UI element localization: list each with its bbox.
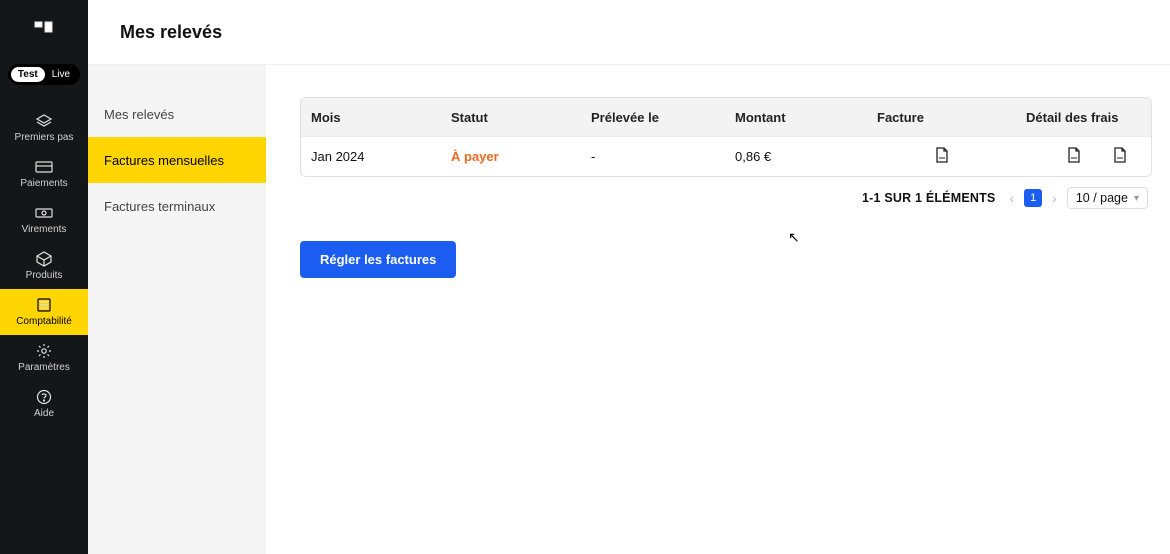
pagination-page-1[interactable]: 1 xyxy=(1024,189,1042,207)
mode-toggle[interactable]: Test Live xyxy=(8,64,80,85)
nav-item-products[interactable]: Produits xyxy=(0,243,88,289)
invoices-table: Mois Statut Prélevée le Montant Facture … xyxy=(300,97,1152,177)
mode-live[interactable]: Live xyxy=(45,67,77,82)
page-header: Mes relevés xyxy=(88,0,1170,65)
col-status: Statut xyxy=(441,110,581,125)
card-icon xyxy=(34,159,54,175)
download-csv-icon[interactable] xyxy=(1065,146,1083,167)
box-icon xyxy=(34,251,54,267)
sidebar-item-terminal-invoices[interactable]: Factures terminaux xyxy=(88,183,266,229)
cell-debited: - xyxy=(581,149,725,164)
sidebar-item-statements[interactable]: Mes relevés xyxy=(88,91,266,137)
gear-icon xyxy=(34,343,54,359)
main-content: Mois Statut Prélevée le Montant Facture … xyxy=(266,65,1170,554)
brand-logo xyxy=(32,18,56,42)
cell-status: À payer xyxy=(441,149,581,164)
help-icon xyxy=(34,389,54,405)
pagination-next[interactable]: › xyxy=(1050,190,1059,206)
pagination-per-page[interactable]: 10 / page ▾ xyxy=(1067,187,1148,209)
nav-item-accounting[interactable]: Comptabilité xyxy=(0,289,88,335)
calculator-icon xyxy=(34,297,54,313)
banknote-icon xyxy=(34,205,54,221)
nav-item-transfers[interactable]: Virements xyxy=(0,197,88,243)
layers-icon xyxy=(34,113,54,129)
mode-test[interactable]: Test xyxy=(11,67,45,82)
col-invoice: Facture xyxy=(867,110,1016,125)
pagination-prev[interactable]: ‹ xyxy=(1007,190,1016,206)
chevron-down-icon: ▾ xyxy=(1134,193,1139,204)
cell-amount: 0,86 € xyxy=(725,149,867,164)
primary-nav: Test Live Premiers pas Paiements Viremen… xyxy=(0,0,88,554)
table-header-row: Mois Statut Prélevée le Montant Facture … xyxy=(301,98,1151,136)
pagination: 1-1 SUR 1 ÉLÉMENTS ‹ 1 › 10 / page ▾ xyxy=(300,177,1152,219)
nav-item-settings[interactable]: Paramètres xyxy=(0,335,88,381)
cell-invoice xyxy=(867,146,1016,167)
download-pdf-icon[interactable] xyxy=(933,146,951,167)
download-xls-icon[interactable] xyxy=(1111,146,1129,167)
pay-invoices-button[interactable]: Régler les factures xyxy=(300,241,456,278)
nav-item-help[interactable]: Aide xyxy=(0,381,88,427)
page-title: Mes relevés xyxy=(120,22,222,43)
nav-item-onboarding[interactable]: Premiers pas xyxy=(0,105,88,151)
col-amount: Montant xyxy=(725,110,867,125)
sidebar-item-monthly-invoices[interactable]: Factures mensuelles xyxy=(88,137,266,183)
secondary-sidebar: Mes relevés Factures mensuelles Factures… xyxy=(88,65,266,554)
cell-month: Jan 2024 xyxy=(301,149,441,164)
cell-detail xyxy=(1016,146,1151,167)
col-detail: Détail des frais xyxy=(1016,110,1151,125)
pagination-summary: 1-1 SUR 1 ÉLÉMENTS xyxy=(862,191,996,205)
col-month: Mois xyxy=(301,110,441,125)
nav-item-payments[interactable]: Paiements xyxy=(0,151,88,197)
table-row: Jan 2024 À payer - 0,86 € xyxy=(301,136,1151,176)
col-debited: Prélevée le xyxy=(581,110,725,125)
